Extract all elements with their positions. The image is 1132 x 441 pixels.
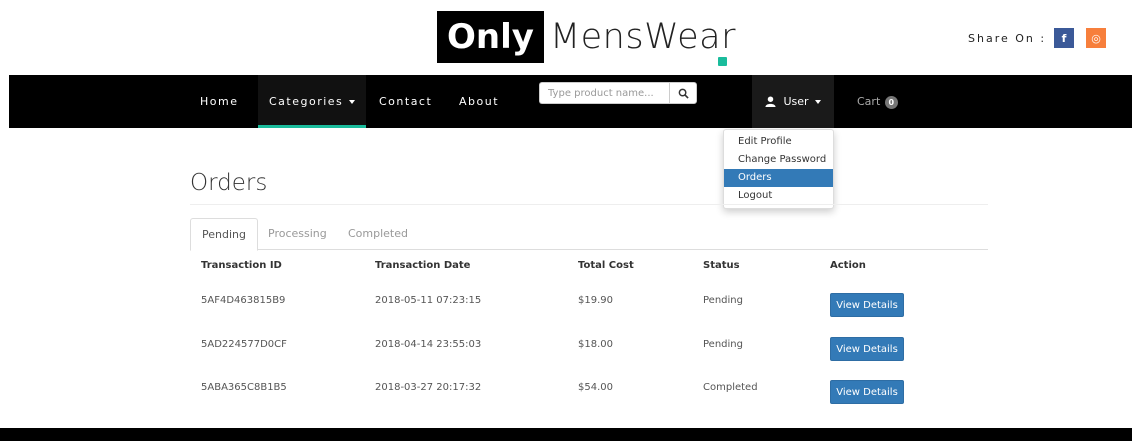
shopping-bag-icon xyxy=(718,57,727,66)
tab-pending[interactable]: Pending xyxy=(190,218,258,251)
page-footer xyxy=(0,428,1132,441)
table-row: 5ABA365C8B1B5 2018-03-27 20:17:32 $54.00… xyxy=(190,380,988,426)
share-label: Share On : xyxy=(968,31,1047,45)
main-navbar: Home Categories Contact About User Cart … xyxy=(9,75,1132,128)
page-title: Orders xyxy=(190,170,268,196)
cart-link[interactable]: Cart 0 xyxy=(857,75,898,128)
menu-item-change-password[interactable]: Change Password xyxy=(724,151,833,169)
brand-logo[interactable]: Only MensWear xyxy=(437,11,737,66)
share-bar: Share On : f ◎ xyxy=(968,28,1118,48)
cart-label: Cart xyxy=(857,95,881,108)
title-divider xyxy=(190,204,988,205)
search-form xyxy=(539,82,697,104)
user-icon xyxy=(765,96,776,107)
brand-logo-rest: MensWear xyxy=(549,17,737,57)
transaction-id: 5AD224577D0CF xyxy=(201,339,287,350)
menu-item-logout[interactable]: Logout xyxy=(724,187,833,205)
total-cost: $54.00 xyxy=(578,382,613,393)
column-header-status: Status xyxy=(703,260,740,271)
column-header-action: Action xyxy=(830,260,866,271)
search-button[interactable] xyxy=(669,82,697,104)
nav-categories[interactable]: Categories xyxy=(258,75,367,128)
user-menu-label: User xyxy=(783,95,809,108)
menu-item-orders[interactable]: Orders xyxy=(724,169,833,187)
view-details-button[interactable]: View Details xyxy=(830,337,904,361)
total-cost: $18.00 xyxy=(578,339,613,350)
table-row: 5AF4D463815B9 2018-05-11 07:23:15 $19.90… xyxy=(190,293,988,339)
transaction-date: 2018-05-11 07:23:15 xyxy=(375,295,482,306)
total-cost: $19.90 xyxy=(578,295,613,306)
transaction-date: 2018-04-14 23:55:03 xyxy=(375,339,482,350)
search-input[interactable] xyxy=(539,82,669,104)
tab-processing[interactable]: Processing xyxy=(257,218,338,250)
transaction-id: 5ABA365C8B1B5 xyxy=(201,382,287,393)
column-header-transaction-date: Transaction Date xyxy=(375,260,471,271)
nav-about[interactable]: About xyxy=(459,75,499,128)
order-status: Pending xyxy=(703,339,743,350)
menu-item-edit-profile[interactable]: Edit Profile xyxy=(724,133,833,151)
tab-completed[interactable]: Completed xyxy=(337,218,419,250)
search-icon xyxy=(678,88,689,99)
facebook-icon[interactable]: f xyxy=(1054,28,1075,48)
view-details-button[interactable]: View Details xyxy=(830,293,904,317)
instagram-icon[interactable]: ◎ xyxy=(1086,28,1107,48)
column-header-total-cost: Total Cost xyxy=(578,260,634,271)
chevron-down-icon xyxy=(814,99,821,104)
order-status: Completed xyxy=(703,382,758,393)
column-header-transaction-id: Transaction ID xyxy=(201,260,282,271)
view-details-button[interactable]: View Details xyxy=(830,380,904,404)
table-row: 5AD224577D0CF 2018-04-14 23:55:03 $18.00… xyxy=(190,337,988,383)
transaction-id: 5AF4D463815B9 xyxy=(201,295,286,306)
nav-categories-label: Categories xyxy=(269,95,344,108)
cart-count-badge: 0 xyxy=(884,95,898,109)
nav-home[interactable]: Home xyxy=(200,75,238,128)
nav-contact[interactable]: Contact xyxy=(379,75,432,128)
user-dropdown-menu: Edit Profile Change Password Orders Logo… xyxy=(723,129,834,209)
user-menu-toggle[interactable]: User xyxy=(752,75,834,128)
chevron-down-icon xyxy=(349,100,356,104)
order-tabs: Pending Processing Completed xyxy=(190,218,988,251)
transaction-date: 2018-03-27 20:17:32 xyxy=(375,382,482,393)
brand-logo-strong: Only xyxy=(437,11,544,63)
order-status: Pending xyxy=(703,295,743,306)
